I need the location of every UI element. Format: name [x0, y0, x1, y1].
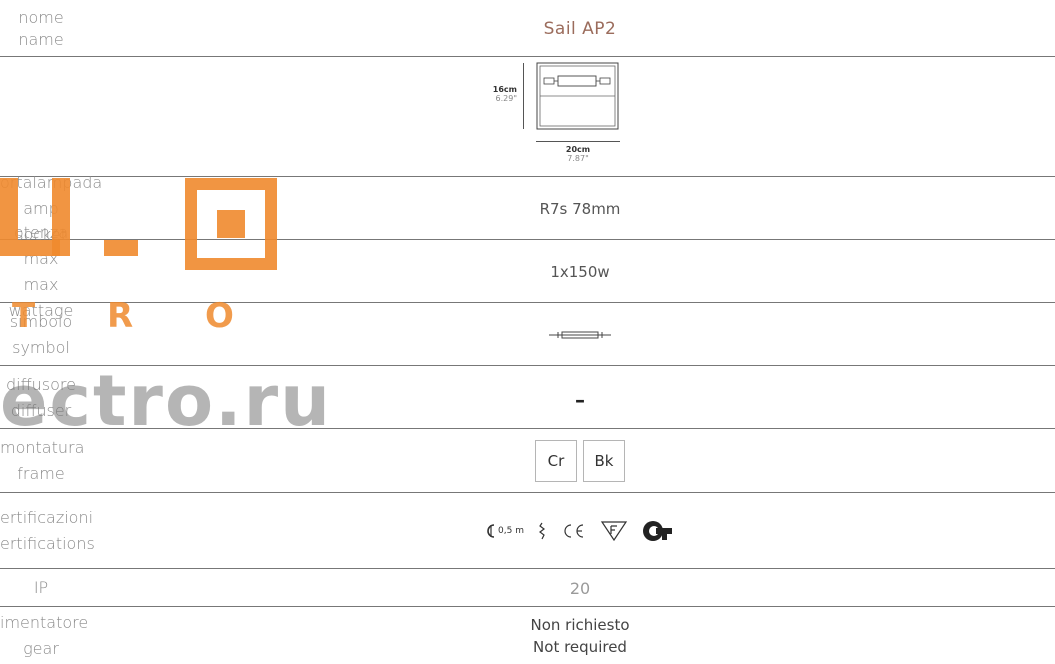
pct-certification-icon	[642, 521, 672, 541]
label-it: simbolo	[9, 312, 73, 331]
row-name: nome name Sail AP2	[0, 0, 1055, 57]
label-it: ortalampada	[0, 173, 103, 192]
gear-value-it: Non richiesto	[530, 616, 630, 634]
f-mark-icon	[600, 521, 628, 542]
ce-mark-icon	[564, 524, 584, 538]
width-in: 7.87"	[567, 154, 589, 163]
linear-halogen-lamp-icon	[549, 331, 611, 338]
projector-distance-icon	[487, 524, 495, 538]
label-ip: IP	[33, 578, 49, 597]
label-it: montatura	[0, 438, 85, 457]
label-name: nome name	[0, 4, 82, 54]
wattage-value: 1x150w	[550, 262, 610, 281]
label-en: symbol	[12, 338, 70, 357]
label-certifications: ertificazioni ertifications	[0, 505, 95, 557]
label-en: ertifications	[0, 534, 95, 553]
frame-option-black[interactable]: Bk	[583, 440, 625, 482]
label-en: diffuser	[10, 401, 72, 420]
row-ip: IP 20	[0, 569, 1055, 607]
label-it: diffusore	[6, 375, 76, 394]
label-it: nome	[18, 8, 64, 27]
socket-value: R7s 78mm	[539, 199, 621, 218]
label-en: name	[18, 30, 64, 49]
row-gear: imentatore gear Non richiesto Not requir…	[0, 607, 1055, 664]
label-it: imentatore	[0, 613, 89, 632]
frame-option-chrome[interactable]: Cr	[535, 440, 577, 482]
label-frame: montatura frame	[0, 435, 85, 487]
label-diffuser: diffusore diffuser	[0, 372, 82, 424]
label-en: gear	[23, 639, 59, 658]
row-socket: ortalampada amp socket R7s 78mm	[0, 173, 1055, 244]
label-gear: imentatore gear	[0, 611, 89, 661]
row-certifications: ertificazioni ertifications 0,5 m	[0, 493, 1055, 569]
frame-options: Cr Bk	[120, 429, 1040, 493]
class-ii-marking-icon	[538, 522, 545, 540]
symbol-value	[120, 303, 1040, 366]
label-it: ertificazioni	[0, 508, 94, 527]
distance-marking: 0,5 m	[486, 524, 524, 538]
height-cm: 16cm	[492, 85, 517, 94]
row-symbol: simbolo symbol	[0, 303, 1055, 366]
ip-value: 20	[569, 578, 591, 598]
height-in: 6.29"	[495, 94, 518, 103]
row-dimensions: 16cm 6.29" 20cm 7.87"	[0, 57, 1055, 177]
label-en: frame	[17, 464, 65, 483]
lamp-front-drawing	[536, 62, 619, 130]
diffuser-value: –	[575, 387, 585, 412]
certification-icons: 0,5 m	[120, 493, 1040, 569]
gear-value: Non richiesto Not required	[120, 611, 1040, 661]
distance-value: 0,5 m	[498, 526, 524, 536]
row-diffuser: diffusore diffuser –	[0, 366, 1055, 429]
label-wattage: otenza max max wattage	[0, 223, 82, 320]
row-wattage: otenza max max wattage 1x150w	[0, 223, 1055, 320]
row-frame: montatura frame Cr Bk	[0, 429, 1055, 493]
width-cm: 20cm	[565, 145, 591, 154]
label-it: otenza max	[13, 223, 69, 268]
label-symbol: simbolo symbol	[0, 309, 82, 361]
product-name: Sail AP2	[543, 18, 617, 39]
gear-value-en: Not required	[533, 638, 627, 656]
dimension-drawing: 16cm 6.29" 20cm 7.87"	[470, 57, 670, 177]
